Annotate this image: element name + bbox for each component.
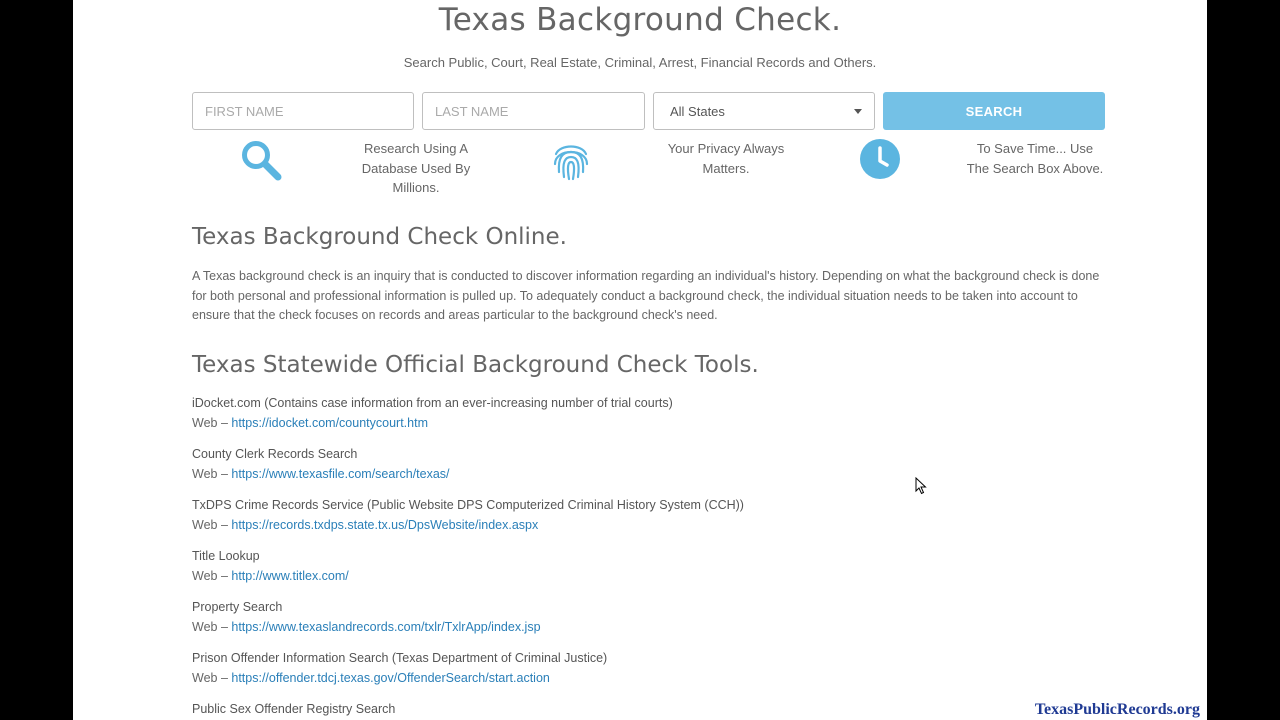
mouse-pointer-icon <box>915 477 927 495</box>
search-button[interactable]: SEARCH <box>883 92 1105 130</box>
feature-text-privacy: Your Privacy Always Matters. <box>667 141 785 176</box>
tool-item: Title Lookup Web – http://www.titlex.com… <box>192 547 1107 598</box>
tool-link[interactable]: https://records.txdps.state.tx.us/DpsWeb… <box>231 518 538 532</box>
tool-name: County Clerk Records Search <box>192 447 358 461</box>
magnifier-icon <box>242 141 282 181</box>
intro-paragraph: A Texas background check is an inquiry t… <box>192 269 1100 323</box>
tool-item: iDocket.com (Contains case information f… <box>192 394 1107 445</box>
tool-link[interactable]: https://www.texaslandrecords.com/txlr/Tx… <box>231 620 540 634</box>
tool-name: Public Sex Offender Registry Search <box>192 702 396 716</box>
web-prefix: Web – <box>192 568 232 583</box>
last-name-input[interactable] <box>422 92 645 130</box>
tools-list: iDocket.com (Contains case information f… <box>192 394 1107 720</box>
tool-name: TxDPS Crime Records Service (Public Webs… <box>192 498 744 512</box>
tool-name: Prison Offender Information Search (Texa… <box>192 651 608 665</box>
tool-item: County Clerk Records Search Web – https:… <box>192 445 1107 496</box>
web-prefix: Web – <box>192 619 232 634</box>
site-title: Texas Background Check. <box>438 2 842 38</box>
dropdown-arrow-icon <box>854 108 862 114</box>
feature-text-research: Research Using A Database Used By Millio… <box>361 141 471 195</box>
first-name-input[interactable] <box>192 92 414 130</box>
tool-item: Prison Offender Information Search (Texa… <box>192 649 1107 700</box>
tool-link[interactable]: https://www.texasfile.com/search/texas/ <box>231 467 449 481</box>
tool-name: Property Search <box>192 600 283 614</box>
web-prefix: Web – <box>192 415 232 430</box>
tool-link[interactable]: http://www.titlex.com/ <box>231 569 348 583</box>
site-subtitle: Search Public, Court, Real Estate, Crimi… <box>403 55 877 70</box>
feature-text-save-time: To Save Time... Use The Search Box Above… <box>966 141 1104 176</box>
web-prefix: Web – <box>192 517 232 532</box>
clock-icon <box>860 139 900 179</box>
tool-name: iDocket.com (Contains case information f… <box>192 396 673 410</box>
fingerprint-icon <box>553 145 589 181</box>
web-prefix: Web – <box>192 466 232 481</box>
page-content: Texas Background Check. Search Public, C… <box>73 0 1207 720</box>
tool-link[interactable]: https://offender.tdcj.texas.gov/Offender… <box>231 671 549 685</box>
tool-item: Property Search Web – https://www.texasl… <box>192 598 1107 649</box>
tool-link[interactable]: https://idocket.com/countycourt.htm <box>231 416 428 430</box>
tool-item: TxDPS Crime Records Service (Public Webs… <box>192 496 1107 547</box>
state-select-value: All States <box>670 103 725 119</box>
watermark-text: TexasPublicRecords.org <box>1034 701 1200 718</box>
section-heading-tools: Texas Statewide Official Background Chec… <box>192 352 759 378</box>
section-heading-online: Texas Background Check Online. <box>192 224 567 250</box>
state-select[interactable]: All States <box>653 92 875 130</box>
web-prefix: Web – <box>192 670 232 685</box>
tool-item: Public Sex Offender Registry Search <box>192 700 1107 720</box>
tool-name: Title Lookup <box>192 549 260 563</box>
